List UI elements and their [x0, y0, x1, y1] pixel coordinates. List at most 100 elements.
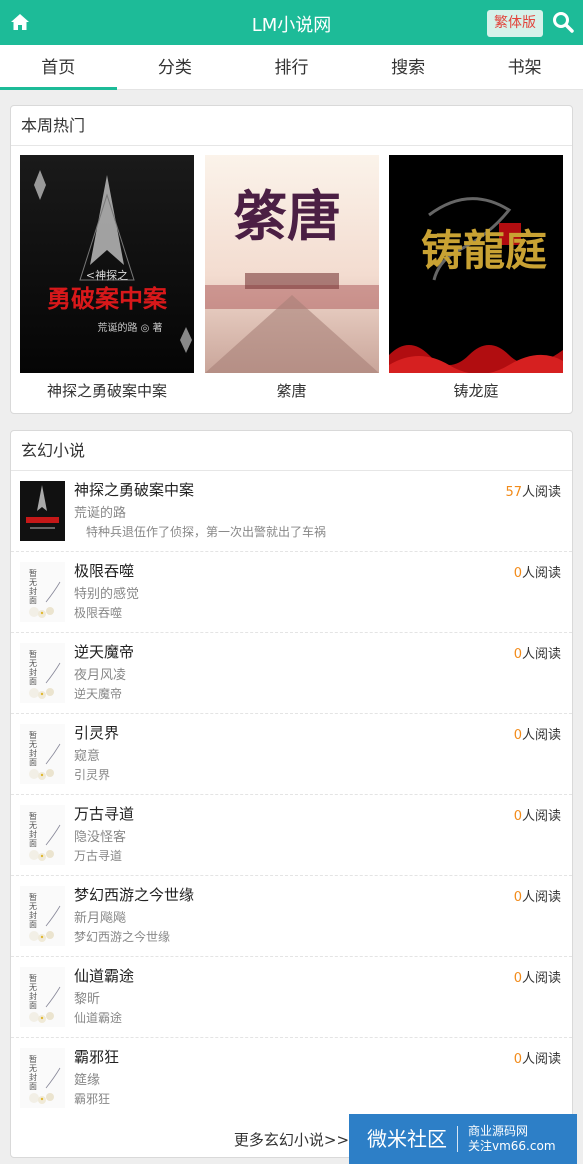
- read-count: 0人阅读: [514, 724, 561, 743]
- read-count-suffix: 人阅读: [521, 647, 561, 662]
- read-count-suffix: 人阅读: [521, 728, 561, 743]
- blank-cover-text: 暂无封面: [29, 730, 37, 767]
- cover-1-author: 荒诞的路 ◎ 著: [97, 321, 162, 334]
- read-count: 0人阅读: [514, 967, 561, 986]
- book-list-item[interactable]: 暂无封面 仙道霸途 黎昕 仙道霸途 0人阅读: [11, 957, 572, 1038]
- blank-cover-text: 暂无封面: [29, 1054, 37, 1091]
- book-thumbnail[interactable]: 暂无封面: [20, 1048, 65, 1108]
- watermark-title: 微米社区: [349, 1126, 458, 1152]
- read-count-suffix: 人阅读: [521, 971, 561, 986]
- book-author: 隐没怪客: [74, 830, 127, 845]
- watermark-line-1: 商业源码网: [468, 1124, 529, 1138]
- book-author: 筵缘: [74, 1073, 101, 1088]
- hot-book-name[interactable]: 神探之勇破案中案: [20, 380, 194, 401]
- book-author: 荒诞的路: [74, 506, 127, 521]
- read-count-number: 0: [513, 890, 522, 905]
- book-list-item[interactable]: 暂无封面 梦幻西游之今世缘 新月飚飚 梦幻西游之今世缘 0人阅读: [11, 876, 572, 957]
- book-title[interactable]: 霸邪狂: [74, 1046, 119, 1067]
- book-cover-3[interactable]: 铸龍庭: [389, 155, 563, 373]
- tab-category[interactable]: 分类: [117, 45, 234, 89]
- book-description: 仙道霸途: [74, 1011, 123, 1025]
- cover-2-title: 綮唐: [233, 184, 341, 248]
- book-thumbnail[interactable]: 暂无封面: [20, 805, 65, 865]
- book-author: 新月飚飚: [74, 911, 127, 926]
- read-count: 0人阅读: [514, 1048, 561, 1067]
- hot-book-3[interactable]: 铸龍庭 铸龙庭: [389, 155, 563, 401]
- book-description: 霸邪狂: [74, 1092, 111, 1106]
- read-count-suffix: 人阅读: [521, 566, 561, 581]
- book-description: 梦幻西游之今世缘: [74, 930, 171, 944]
- tab-search[interactable]: 搜索: [350, 45, 467, 89]
- watermark-banner: 微米社区 商业源码网 关注vm66.com: [349, 1114, 577, 1164]
- book-author: 窥意: [74, 749, 101, 764]
- tab-ranking[interactable]: 排行: [233, 45, 350, 89]
- book-title[interactable]: 万古寻道: [74, 803, 134, 824]
- read-count: 0人阅读: [514, 562, 561, 581]
- tab-home[interactable]: 首页: [0, 45, 117, 90]
- book-thumbnail[interactable]: [20, 481, 65, 541]
- hot-book-name[interactable]: 綮唐: [205, 380, 379, 401]
- blank-cover-text: 暂无封面: [29, 892, 37, 929]
- book-author: 夜月风凌: [74, 668, 127, 683]
- book-title[interactable]: 神探之勇破案中案: [74, 479, 194, 500]
- read-count-number: 0: [513, 647, 522, 662]
- book-author: 黎昕: [74, 992, 101, 1007]
- book-list-item[interactable]: 暂无封面 极限吞噬 特别的感觉 极限吞噬 0人阅读: [11, 552, 572, 633]
- book-cover-2[interactable]: 綮唐: [204, 155, 379, 373]
- book-thumbnail[interactable]: 暂无封面: [20, 724, 65, 784]
- book-list-item[interactable]: 暂无封面 逆天魔帝 夜月风凌 逆天魔帝 0人阅读: [11, 633, 572, 714]
- fantasy-novels-panel: 玄幻小说 神探之勇破案中案荒诞的路 特种兵退伍作了侦探，第一次出警就出了车祸 57…: [10, 430, 573, 1158]
- book-thumbnail[interactable]: 暂无封面: [20, 562, 65, 622]
- read-count-suffix: 人阅读: [521, 1052, 561, 1067]
- book-list-item[interactable]: 暂无封面 万古寻道 隐没怪客 万古寻道 0人阅读: [11, 795, 572, 876]
- book-title[interactable]: 极限吞噬: [74, 560, 134, 581]
- fantasy-heading: 玄幻小说: [11, 431, 572, 471]
- weekly-hot-heading: 本周热门: [11, 106, 572, 146]
- book-title[interactable]: 仙道霸途: [74, 965, 134, 986]
- blank-cover-text: 暂无封面: [29, 811, 37, 848]
- book-description: 万古寻道: [74, 849, 123, 863]
- book-thumbnail[interactable]: 暂无封面: [20, 643, 65, 703]
- weekly-hot-panel: 本周热门 <神探之 勇破案中案 荒诞的路 ◎ 著 神探之勇破案中案 綮唐 綮唐 …: [10, 105, 573, 414]
- read-count: 57人阅读: [505, 481, 561, 500]
- book-title[interactable]: 梦幻西游之今世缘: [74, 884, 194, 905]
- read-count: 0人阅读: [514, 805, 561, 824]
- read-count-number: 0: [513, 728, 522, 743]
- book-description: 极限吞噬: [74, 606, 123, 620]
- read-count-number: 57: [505, 485, 522, 500]
- read-count-number: 0: [513, 971, 522, 986]
- read-count-number: 0: [513, 809, 522, 824]
- read-count-suffix: 人阅读: [521, 485, 561, 500]
- blank-cover-text: 暂无封面: [29, 649, 37, 686]
- book-cover-1[interactable]: <神探之 勇破案中案 荒诞的路 ◎ 著: [20, 155, 194, 373]
- book-title[interactable]: 引灵界: [74, 722, 119, 743]
- read-count-suffix: 人阅读: [521, 809, 561, 824]
- read-count-number: 0: [513, 1052, 522, 1067]
- book-description: 特种兵退伍作了侦探，第一次出警就出了车祸: [74, 525, 327, 539]
- read-count-number: 0: [513, 566, 522, 581]
- book-author: 特别的感觉: [74, 587, 140, 602]
- search-icon[interactable]: [552, 11, 574, 33]
- blank-cover-text: 暂无封面: [29, 568, 37, 605]
- read-count: 0人阅读: [514, 643, 561, 662]
- hot-book-2[interactable]: 綮唐 綮唐: [204, 155, 379, 401]
- book-list-item[interactable]: 暂无封面 引灵界 窥意 引灵界 0人阅读: [11, 714, 572, 795]
- main-nav-tabs: 首页 分类 排行 搜索 书架: [0, 45, 583, 90]
- blank-cover-text: 暂无封面: [29, 973, 37, 1010]
- book-list-item[interactable]: 暂无封面 霸邪狂 筵缘 霸邪狂 0人阅读: [11, 1038, 572, 1119]
- cover-1-subtitle: <神探之: [86, 268, 128, 282]
- book-title[interactable]: 逆天魔帝: [74, 641, 134, 662]
- book-thumbnail[interactable]: 暂无封面: [20, 886, 65, 946]
- book-list-item[interactable]: 神探之勇破案中案荒诞的路 特种兵退伍作了侦探，第一次出警就出了车祸 57人阅读: [11, 471, 572, 552]
- tab-bookshelf[interactable]: 书架: [466, 45, 583, 89]
- read-count: 0人阅读: [514, 886, 561, 905]
- read-count-suffix: 人阅读: [521, 890, 561, 905]
- traditional-chinese-button[interactable]: 繁体版: [487, 10, 543, 37]
- book-thumbnail[interactable]: 暂无封面: [20, 967, 65, 1027]
- hot-book-1[interactable]: <神探之 勇破案中案 荒诞的路 ◎ 著 神探之勇破案中案: [20, 155, 194, 401]
- top-bar: LM小说网 繁体版: [0, 0, 583, 45]
- hot-book-name[interactable]: 铸龙庭: [389, 380, 563, 401]
- book-description: 逆天魔帝: [74, 687, 123, 701]
- cover-3-title: 铸龍庭: [421, 226, 547, 275]
- book-description: 引灵界: [74, 768, 111, 782]
